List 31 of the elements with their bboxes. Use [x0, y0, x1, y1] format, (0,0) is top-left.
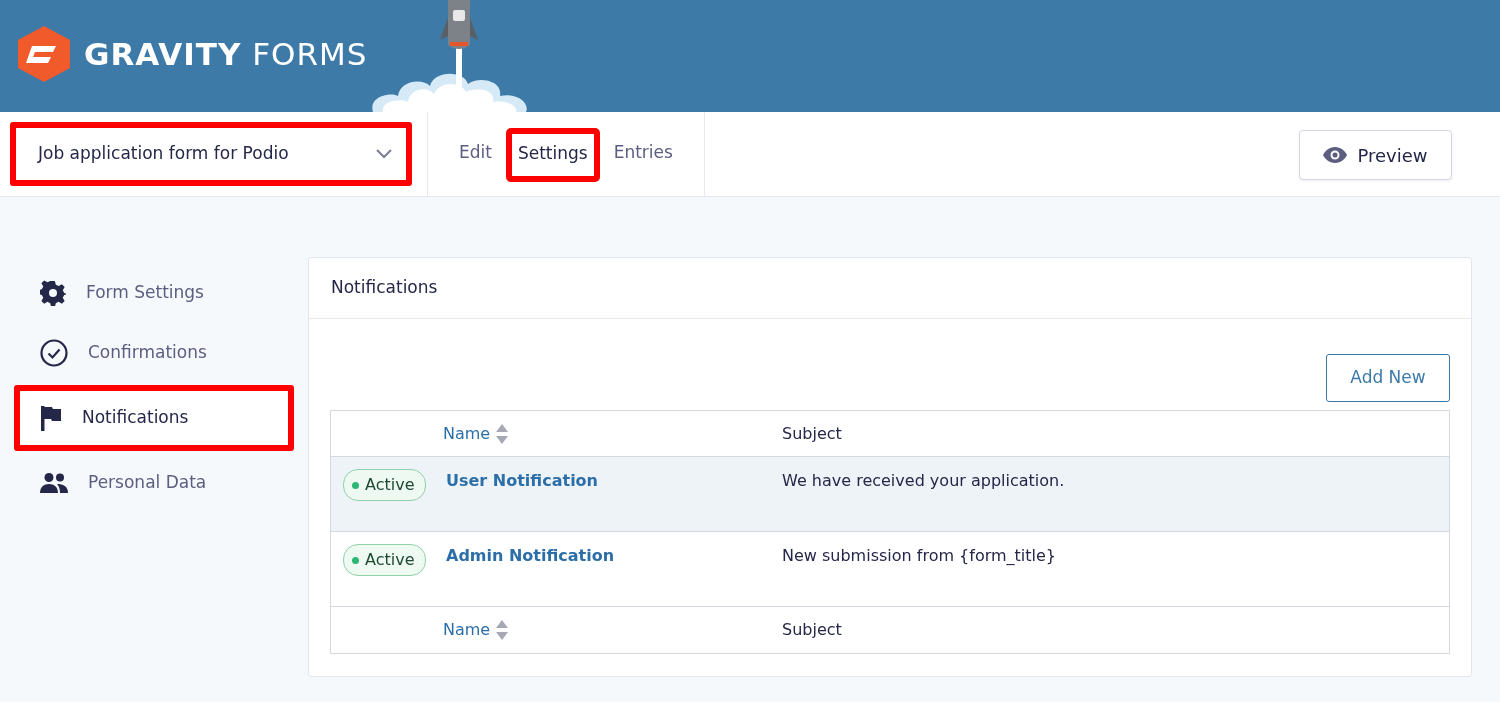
- sidebar-item[interactable]: Confirmations: [14, 331, 294, 375]
- preview-button[interactable]: Preview: [1299, 130, 1452, 180]
- tab[interactable]: Edit: [446, 112, 505, 196]
- tab[interactable]: Entries: [600, 112, 686, 196]
- status-badge: Active: [343, 544, 426, 576]
- check-circle-icon: [40, 339, 68, 367]
- sidebar-item[interactable]: Notifications: [14, 385, 294, 451]
- add-new-button[interactable]: Add New: [1326, 354, 1450, 402]
- table-cell: New submission from {form_title}: [782, 546, 1057, 565]
- column-header: Subject: [782, 620, 842, 639]
- form-select[interactable]: Job application form for Podio: [10, 122, 412, 186]
- sort-icon: [496, 423, 509, 444]
- column-header: Subject: [782, 423, 842, 443]
- name-sort-header[interactable]: Name: [443, 421, 509, 446]
- status-badge: Active: [343, 469, 426, 501]
- brand-name: GRAVITY FORMS: [84, 34, 368, 74]
- notification-name-link[interactable]: Admin Notification: [446, 546, 615, 565]
- eye-icon: [1323, 147, 1348, 163]
- notification-name-link[interactable]: User Notification: [446, 471, 598, 490]
- name-sort-footer[interactable]: Name: [443, 618, 509, 642]
- flag-icon: [40, 405, 62, 431]
- gear-icon: [40, 280, 66, 306]
- people-icon: [40, 473, 68, 493]
- sort-icon: [496, 620, 509, 640]
- sidebar-item[interactable]: Personal Data: [14, 461, 294, 505]
- tab[interactable]: Settings: [507, 130, 598, 180]
- chevron-down-icon: [376, 149, 392, 159]
- logo-icon: [18, 26, 70, 82]
- table-cell: We have received your application.: [782, 471, 1065, 490]
- sidebar-item[interactable]: Form Settings: [14, 271, 294, 315]
- panel-title: Notifications: [331, 276, 438, 300]
